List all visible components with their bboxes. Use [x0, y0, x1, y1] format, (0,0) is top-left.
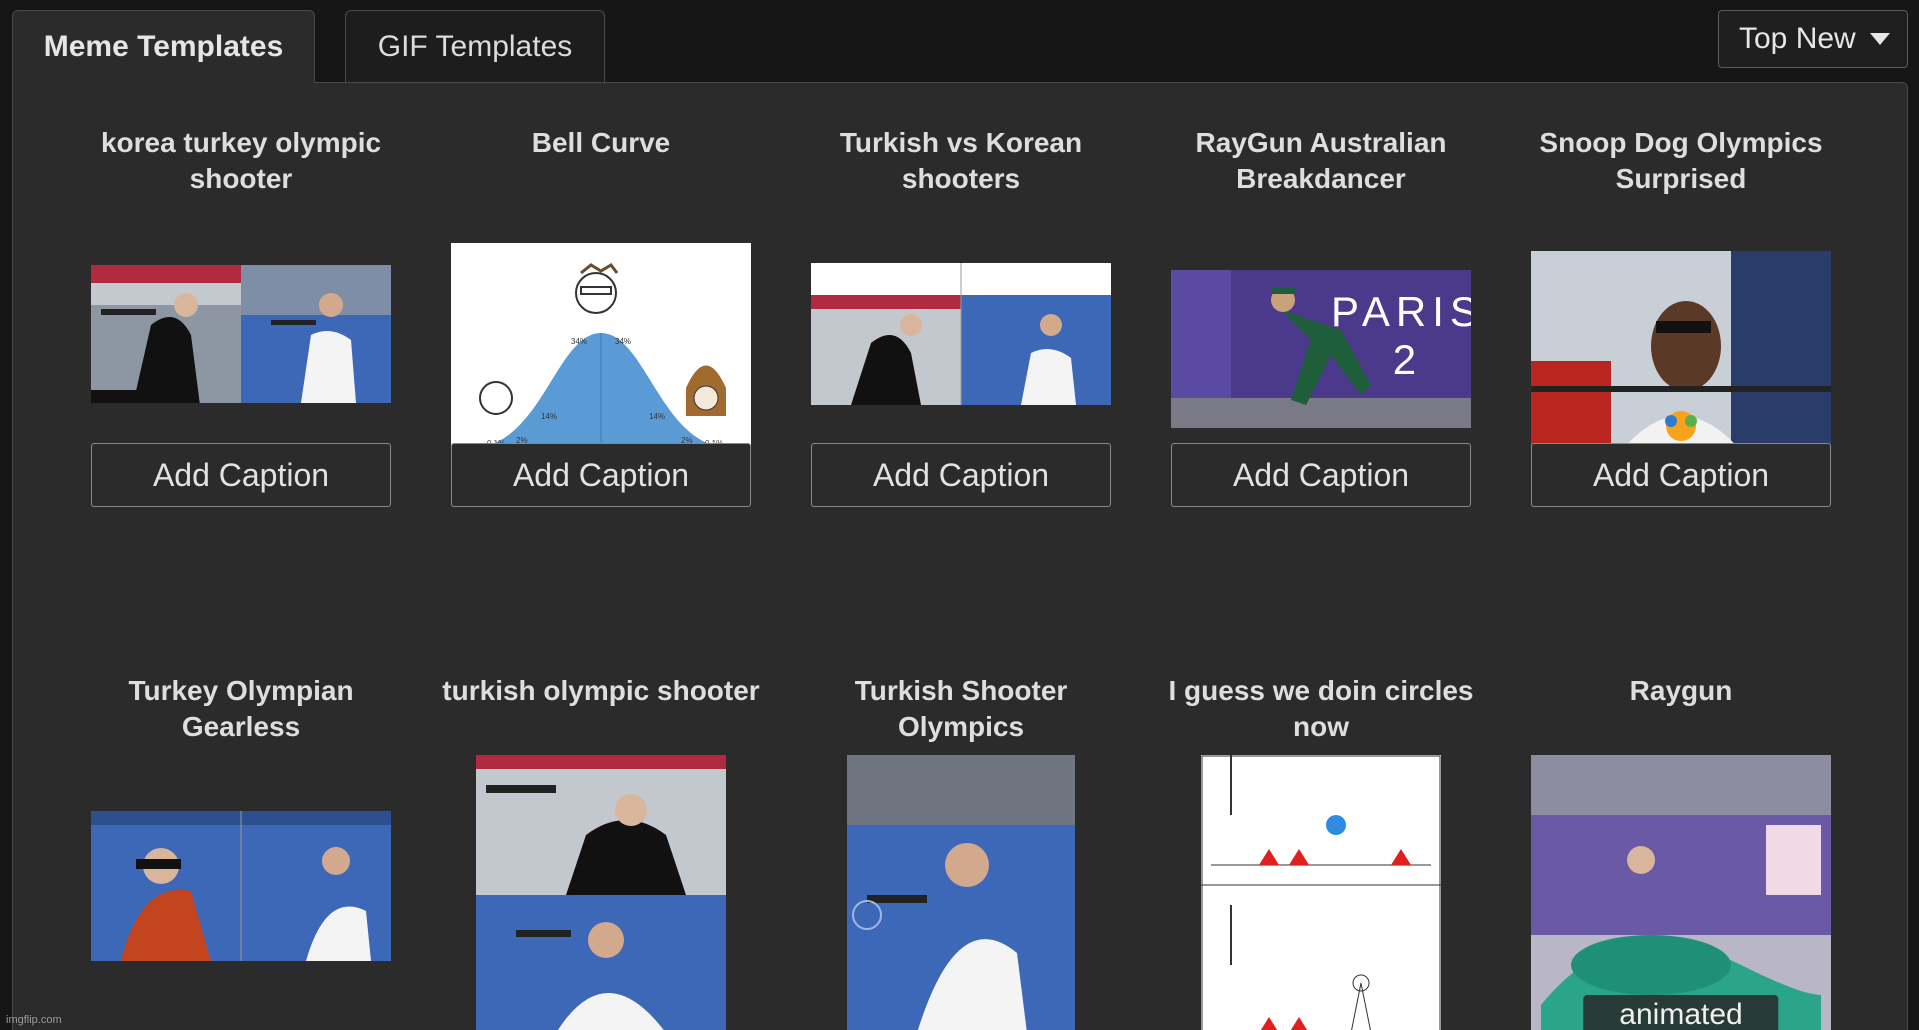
- shooter-olympics-image[interactable]: [847, 755, 1075, 1030]
- olympic-shooters-image[interactable]: [91, 265, 391, 403]
- olympian-gearless-image[interactable]: [91, 811, 391, 961]
- raygun-animated-image[interactable]: animated: [1531, 755, 1831, 1030]
- template-title: Raygun: [1629, 675, 1733, 706]
- paris-2024-banner-text: PARIS 2: [1331, 288, 1471, 383]
- tab-gif-templates[interactable]: GIF Templates: [345, 10, 605, 82]
- template-title: Turkey Olympian Gearless: [128, 675, 354, 742]
- turkish-shooter-image[interactable]: [476, 755, 726, 1030]
- sort-selected-value: Top New: [1739, 22, 1856, 55]
- add-caption-button[interactable]: Add Caption: [451, 443, 751, 507]
- breakdancer-image[interactable]: PARIS 2: [1171, 270, 1471, 428]
- templates-panel: korea turkey olympic shooter Add Caption…: [12, 82, 1908, 1030]
- add-caption-button[interactable]: Add Caption: [1171, 443, 1471, 507]
- template-card: Turkish Shooter Olympics: [796, 673, 1126, 1030]
- bell-curve-label: 14%: [649, 412, 666, 421]
- template-card: Turkish vs Korean shooters Add Caption: [796, 125, 1126, 507]
- tab-meme-templates[interactable]: Meme Templates: [12, 10, 315, 83]
- template-card: turkish olympic shooter: [436, 673, 766, 1030]
- template-card: Bell Curve 34% 34% 14% 14% 2% 2% Add Cap…: [436, 125, 766, 507]
- template-title: RayGun Australian Breakdancer: [1195, 127, 1447, 194]
- template-card: Snoop Dog Olympics Surprised Add Caption: [1516, 125, 1846, 507]
- shooters-comparison-image[interactable]: [811, 263, 1111, 405]
- template-title: turkish olympic shooter: [442, 675, 760, 706]
- template-title: Bell Curve: [531, 127, 671, 158]
- sort-dropdown[interactable]: Top New: [1718, 10, 1908, 68]
- template-title: Turkish vs Korean shooters: [839, 127, 1083, 194]
- template-card: I guess we doin circles now: [1156, 673, 1486, 1030]
- animated-badge: animated: [1583, 995, 1779, 1030]
- add-caption-button[interactable]: Add Caption: [1531, 443, 1831, 507]
- circles-comic-image[interactable]: [1201, 755, 1441, 1030]
- template-card: Raygun animated: [1516, 673, 1846, 1030]
- snoop-dog-image[interactable]: [1531, 251, 1831, 451]
- template-card: RayGun Australian Breakdancer PARIS 2 Ad…: [1156, 125, 1486, 507]
- template-card: korea turkey olympic shooter Add Caption: [76, 125, 406, 507]
- chevron-down-icon: [1869, 33, 1890, 45]
- template-card: Turkey Olympian Gearless: [76, 673, 406, 1030]
- add-caption-button[interactable]: Add Caption: [811, 443, 1111, 507]
- template-title: I guess we doin circles now: [1168, 675, 1474, 742]
- bell-curve-image[interactable]: 34% 34% 14% 14% 2% 2% 0.1% 0.1% 55 70 85…: [451, 243, 751, 464]
- watermark: imgflip.com: [6, 1014, 62, 1026]
- tab-bar: Meme Templates GIF Templates Top New: [0, 0, 1919, 83]
- template-title: Turkish Shooter Olympics: [854, 675, 1068, 742]
- template-title: Snoop Dog Olympics Surprised: [1539, 127, 1823, 194]
- bell-curve-label: 34%: [615, 337, 632, 346]
- bell-curve-label: 14%: [541, 412, 558, 421]
- page: Meme Templates GIF Templates Top New kor…: [0, 0, 1919, 1030]
- add-caption-button[interactable]: Add Caption: [91, 443, 391, 507]
- template-title: korea turkey olympic shooter: [100, 127, 382, 194]
- bell-curve-label: 34%: [571, 337, 588, 346]
